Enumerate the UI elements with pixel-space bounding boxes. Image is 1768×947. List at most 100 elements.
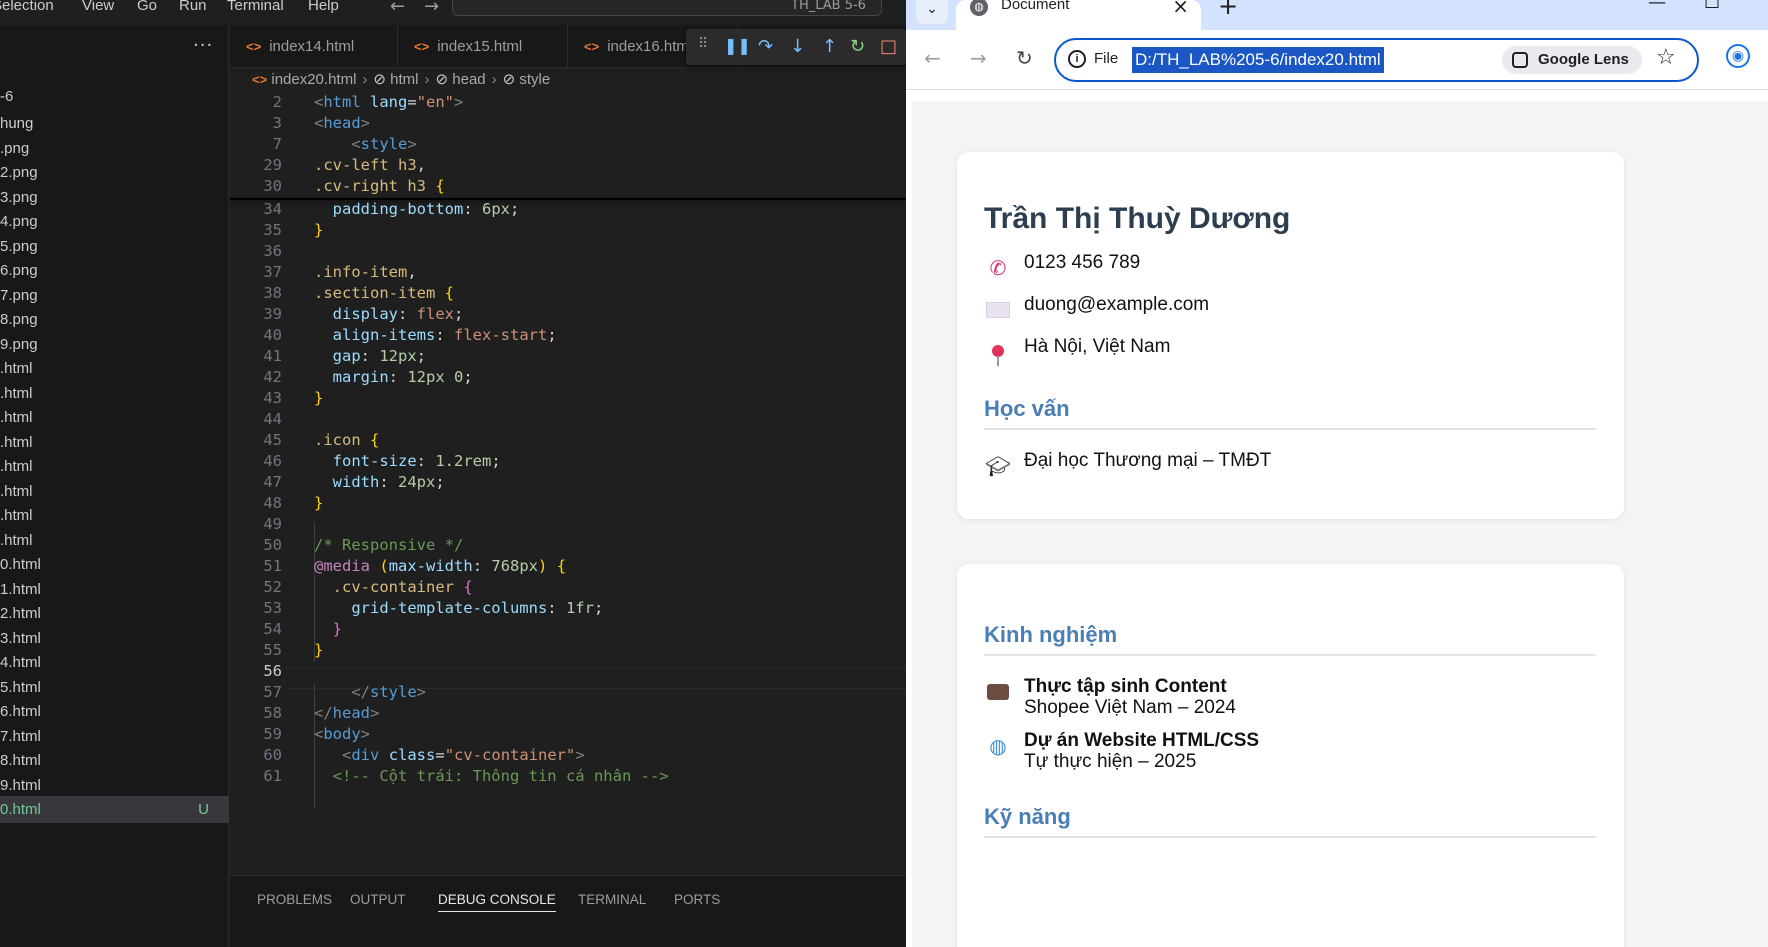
tab-terminal[interactable]: TERMINAL [578,892,646,907]
maximize-icon[interactable]: ☐ [1704,0,1720,13]
explorer-file[interactable]: .html [0,355,229,382]
breadcrumb-html[interactable]: html [390,71,418,88]
browser-window: ⌄ ◍ Document × + — ☐ ← → ↻ i File D:/TH_… [906,0,1768,947]
explorer-file[interactable]: 5.png [0,233,229,260]
explorer-file[interactable]: 6.png [0,257,229,284]
breadcrumb-head[interactable]: head [452,71,485,88]
explorer-file-active[interactable]: 0.html U [0,796,229,823]
bookmark-star-icon[interactable]: ☆ [1656,45,1676,70]
file-label: .png [0,139,30,157]
explorer-file[interactable]: .html [0,380,229,407]
tab-search-icon[interactable]: ⌄ [916,0,948,24]
tab-debug-console[interactable]: DEBUG CONSOLE [438,892,556,912]
tab-index14[interactable]: <> index14.html [230,25,398,68]
menu-kebab-icon[interactable]: ⋮ [1764,42,1768,63]
command-center[interactable]: TH_LAB 5-6 [452,0,882,16]
close-tab-icon[interactable]: × [1172,0,1189,18]
step-into-icon[interactable]: ↓ [790,36,805,57]
explorer-file[interactable]: .png [0,135,229,162]
page-viewport: Trần Thị Thuỳ Dương ✆ 0123 456 789 duong… [912,101,1768,947]
url-text[interactable]: D:/TH_LAB%205-6/index20.html [1132,47,1384,73]
explorer-file[interactable]: .html [0,527,229,554]
explorer-file[interactable]: hung [0,110,229,137]
menu-view[interactable]: View [82,0,114,14]
menu-go[interactable]: Go [137,0,157,14]
address-text: Hà Nội, Việt Nam [1024,336,1171,357]
menu-run[interactable]: Run [179,0,207,14]
menu-selection[interactable]: Selection [0,0,54,14]
new-tab-icon[interactable]: + [1218,0,1238,20]
browser-tab[interactable]: ◍ Document × [956,0,1201,30]
editor-tab-bar: <> index14.html <> index15.html <> index16.… [230,25,906,68]
explorer-file[interactable]: 0.html [0,551,229,578]
explorer-file[interactable]: 8.html [0,747,229,774]
explorer-file[interactable]: .html [0,404,229,431]
html-file-icon: <> [252,72,268,87]
explorer-folder[interactable]: -6 [0,83,229,110]
breadcrumb-file[interactable]: index20.html [271,71,356,88]
explorer-file[interactable]: .html [0,478,229,505]
info-icon[interactable]: i [1068,50,1086,68]
explorer-file[interactable]: 2.html [0,600,229,627]
explorer-file[interactable]: 9.html [0,772,229,799]
menu-help[interactable]: Help [308,0,339,14]
explorer-file[interactable]: .html [0,453,229,480]
profile-icon[interactable]: ◉ [1726,44,1750,68]
code-line: 40 align-items: flex-start; [263,326,557,344]
minimize-icon[interactable]: — [1648,0,1666,13]
explorer-file[interactable]: 7.html [0,723,229,750]
explorer-more-icon[interactable]: ··· [193,35,213,56]
file-label: 4.png [0,213,38,230]
explorer-file[interactable]: 3.html [0,625,229,652]
explorer-file[interactable]: 5.html [0,674,229,701]
explorer-file[interactable]: 4.html [0,649,229,676]
file-label: 5.png [0,237,38,255]
explorer-sidebar: ··· -6 hung .png 2.png 3.png 4.png 5.png 6.png… [0,25,229,947]
google-lens-label: Google Lens [1538,51,1629,68]
tab-index15[interactable]: <> index15.html [398,25,568,68]
explorer-file[interactable]: 1.html [0,576,229,603]
google-lens-button[interactable]: Google Lens [1502,46,1642,74]
globe-icon: ◍ [970,0,988,16]
forward-arrow-icon[interactable]: → [424,0,439,17]
explorer-file[interactable]: 9.png [0,331,229,358]
browser-title-bar: ⌄ ◍ Document × + — ☐ [906,0,1768,30]
step-over-icon[interactable]: ↷ [758,36,773,57]
drag-handle-icon[interactable]: ⠿ [698,36,708,52]
code-line: 50/* Responsive */ [263,536,464,554]
forward-icon[interactable]: → [970,46,987,70]
file-label: .html [0,458,33,475]
stop-icon[interactable]: □ [880,36,897,57]
html-file-icon: <> [414,39,430,54]
explorer-file[interactable]: .html [0,429,229,456]
code-line: 47 width: 24px; [263,473,445,491]
reload-icon[interactable]: ↻ [1016,46,1033,70]
explorer-file[interactable]: 2.png [0,159,229,186]
explorer-file[interactable]: 6.html [0,698,229,725]
briefcase-icon [984,680,1012,706]
step-out-icon[interactable]: ↑ [822,36,837,57]
explorer-file[interactable]: 4.png [0,208,229,235]
pause-icon[interactable]: ❚❚ [724,36,751,55]
code-line: 55} [263,641,324,659]
tab-output[interactable]: OUTPUT [350,892,406,907]
restart-icon[interactable]: ↻ [850,36,865,57]
explorer-file[interactable]: 7.png [0,282,229,309]
back-icon[interactable]: ← [924,46,941,70]
explorer-file[interactable]: 8.png [0,306,229,333]
explorer-file[interactable]: .html [0,502,229,529]
code-line: 61 <!-- Cột trái: Thông tin cá nhân --> [263,767,669,785]
tab-label: index14.html [269,38,355,55]
element-icon: ⊘ [435,71,449,88]
code-editor[interactable]: 2 <html lang="en"> 3 <head> 7 <style> 29 .c… [230,92,906,875]
file-label: .html [0,531,33,549]
back-arrow-icon[interactable]: ← [390,0,405,17]
menu-terminal[interactable]: Terminal [227,0,284,14]
breadcrumb-style[interactable]: style [519,71,550,88]
address-bar[interactable]: i File D:/TH_LAB%205-6/index20.html Goog… [1054,38,1699,82]
exp2-sub: Tự thực hiện – 2025 [1024,751,1197,772]
explorer-file[interactable]: 3.png [0,184,229,211]
bottom-panel: PROBLEMS OUTPUT DEBUG CONSOLE TERMINAL P… [230,875,906,947]
tab-ports[interactable]: PORTS [674,892,720,907]
tab-problems[interactable]: PROBLEMS [257,892,332,907]
